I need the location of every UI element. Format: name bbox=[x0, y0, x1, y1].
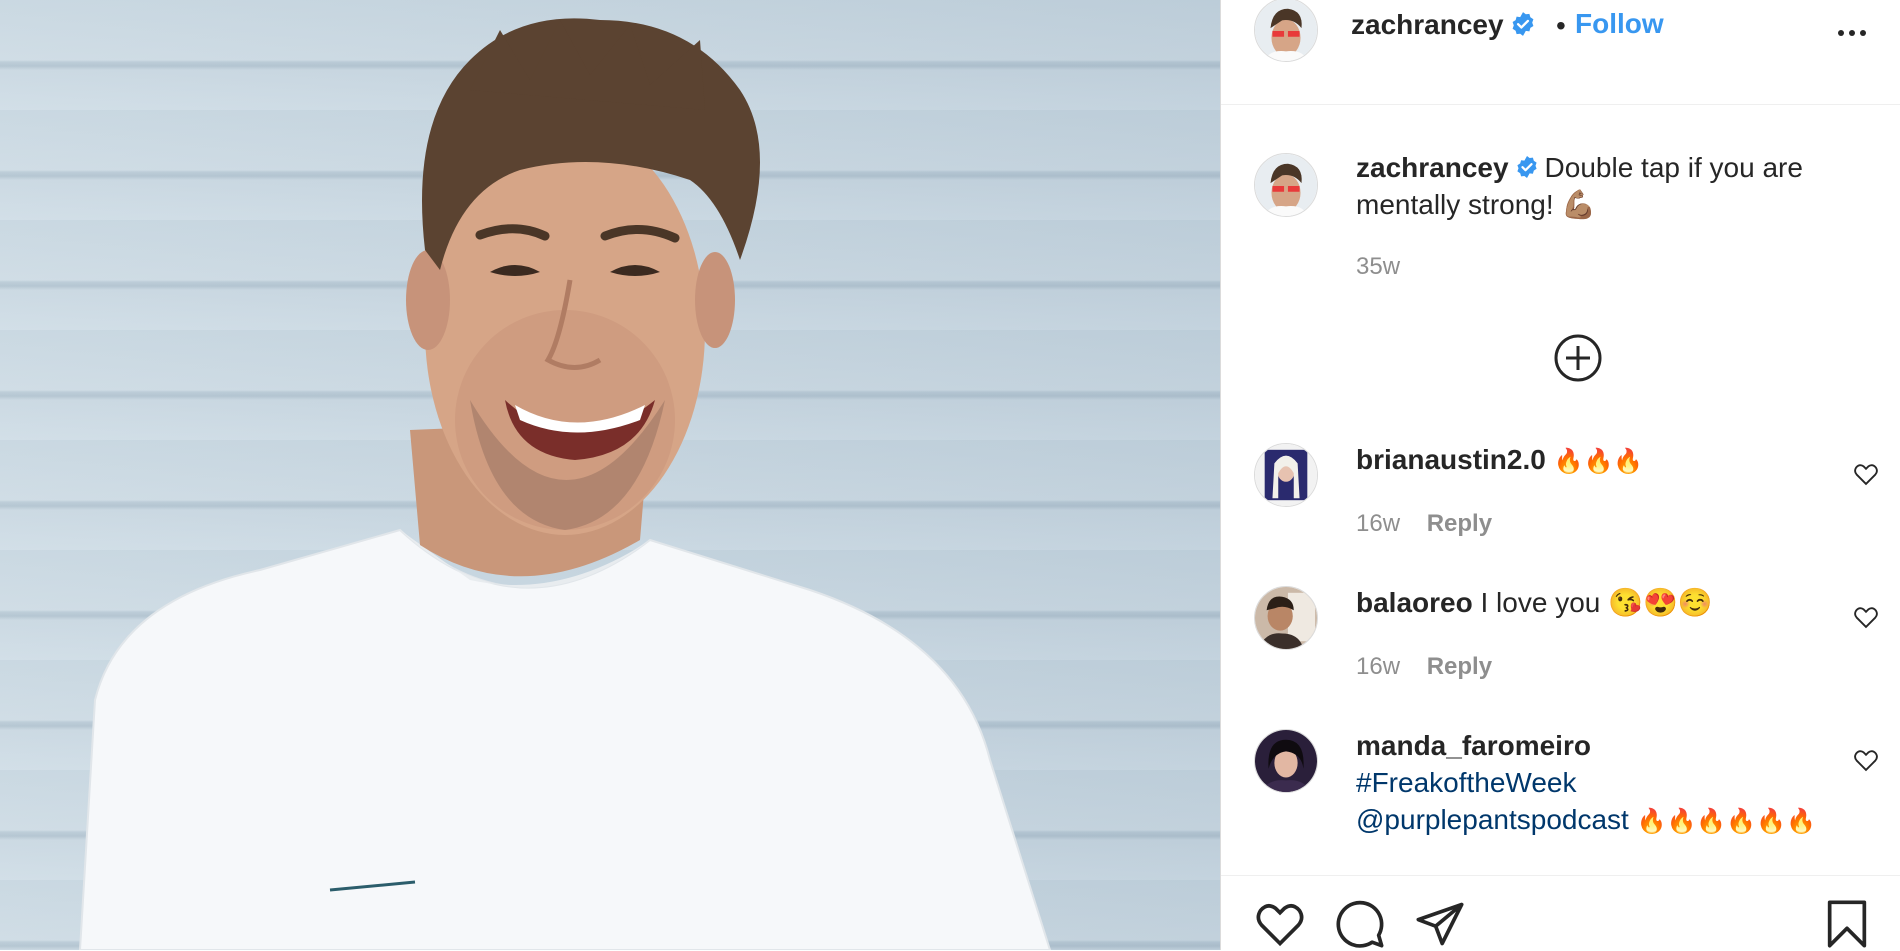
comment-text: 🔥🔥🔥🔥🔥🔥 bbox=[1636, 808, 1816, 835]
bookmark-icon[interactable] bbox=[1821, 898, 1873, 950]
comment-username[interactable]: manda_faromeiro bbox=[1356, 730, 1591, 761]
share-icon[interactable] bbox=[1414, 898, 1466, 950]
comment-meta: 16w Reply bbox=[1356, 653, 1492, 681]
heart-icon[interactable] bbox=[1852, 746, 1880, 774]
author-avatar[interactable] bbox=[1254, 0, 1318, 62]
photo-illustration bbox=[78, 18, 1052, 950]
follow-button[interactable]: Follow bbox=[1575, 8, 1664, 40]
comment-hashtag[interactable]: #FreakoftheWeek bbox=[1356, 767, 1577, 798]
author-username[interactable]: zachrancey bbox=[1351, 9, 1536, 41]
reply-button[interactable]: Reply bbox=[1427, 510, 1492, 537]
comment-item: balaoreo I love you 😘😍☺️ bbox=[1356, 584, 1826, 621]
caption-time: 35w bbox=[1356, 253, 1401, 280]
heart-icon[interactable] bbox=[1852, 603, 1880, 631]
comment-time: 16w bbox=[1356, 653, 1401, 680]
comment-avatar[interactable] bbox=[1254, 729, 1318, 793]
heart-icon[interactable] bbox=[1254, 898, 1306, 950]
post-header: zachrancey • Follow bbox=[1221, 0, 1900, 105]
caption-avatar[interactable] bbox=[1254, 153, 1318, 217]
author-name[interactable]: zachrancey bbox=[1351, 9, 1504, 40]
comment-meta: 16w Reply bbox=[1356, 510, 1492, 538]
post-photo[interactable] bbox=[0, 0, 1220, 950]
comment-username[interactable]: balaoreo bbox=[1356, 587, 1473, 618]
verified-badge-icon bbox=[1515, 151, 1539, 178]
comment-item: brianaustin2.0 🔥🔥🔥 bbox=[1356, 441, 1826, 480]
more-options-icon[interactable] bbox=[1836, 18, 1876, 48]
comment-text: I love you 😘😍☺️ bbox=[1480, 587, 1713, 618]
header-separator: • bbox=[1556, 10, 1566, 41]
heart-icon[interactable] bbox=[1852, 460, 1880, 488]
caption-username[interactable]: zachrancey bbox=[1356, 152, 1509, 183]
comment-mention[interactable]: @purplepantspodcast bbox=[1356, 804, 1629, 835]
reply-button[interactable]: Reply bbox=[1427, 653, 1492, 680]
post-caption: zachrancey Double tap if you are mentally… bbox=[1356, 149, 1856, 223]
post-side-panel: zachrancey • Follow zachrancey Double tap… bbox=[1221, 0, 1900, 950]
post-actions bbox=[1221, 875, 1900, 951]
load-more-comments-icon[interactable] bbox=[1553, 333, 1603, 383]
comment-icon[interactable] bbox=[1334, 898, 1386, 950]
comment-item: manda_faromeiro #FreakoftheWeek @purplep… bbox=[1356, 727, 1826, 840]
comment-avatar[interactable] bbox=[1254, 586, 1318, 650]
comments-list[interactable]: zachrancey Double tap if you are mentally… bbox=[1221, 105, 1900, 875]
comment-text: 🔥🔥🔥 bbox=[1553, 448, 1644, 475]
verified-badge-icon bbox=[1510, 11, 1536, 37]
comment-username[interactable]: brianaustin2.0 bbox=[1356, 444, 1546, 475]
comment-avatar[interactable] bbox=[1254, 443, 1318, 507]
comment-time: 16w bbox=[1356, 510, 1401, 537]
